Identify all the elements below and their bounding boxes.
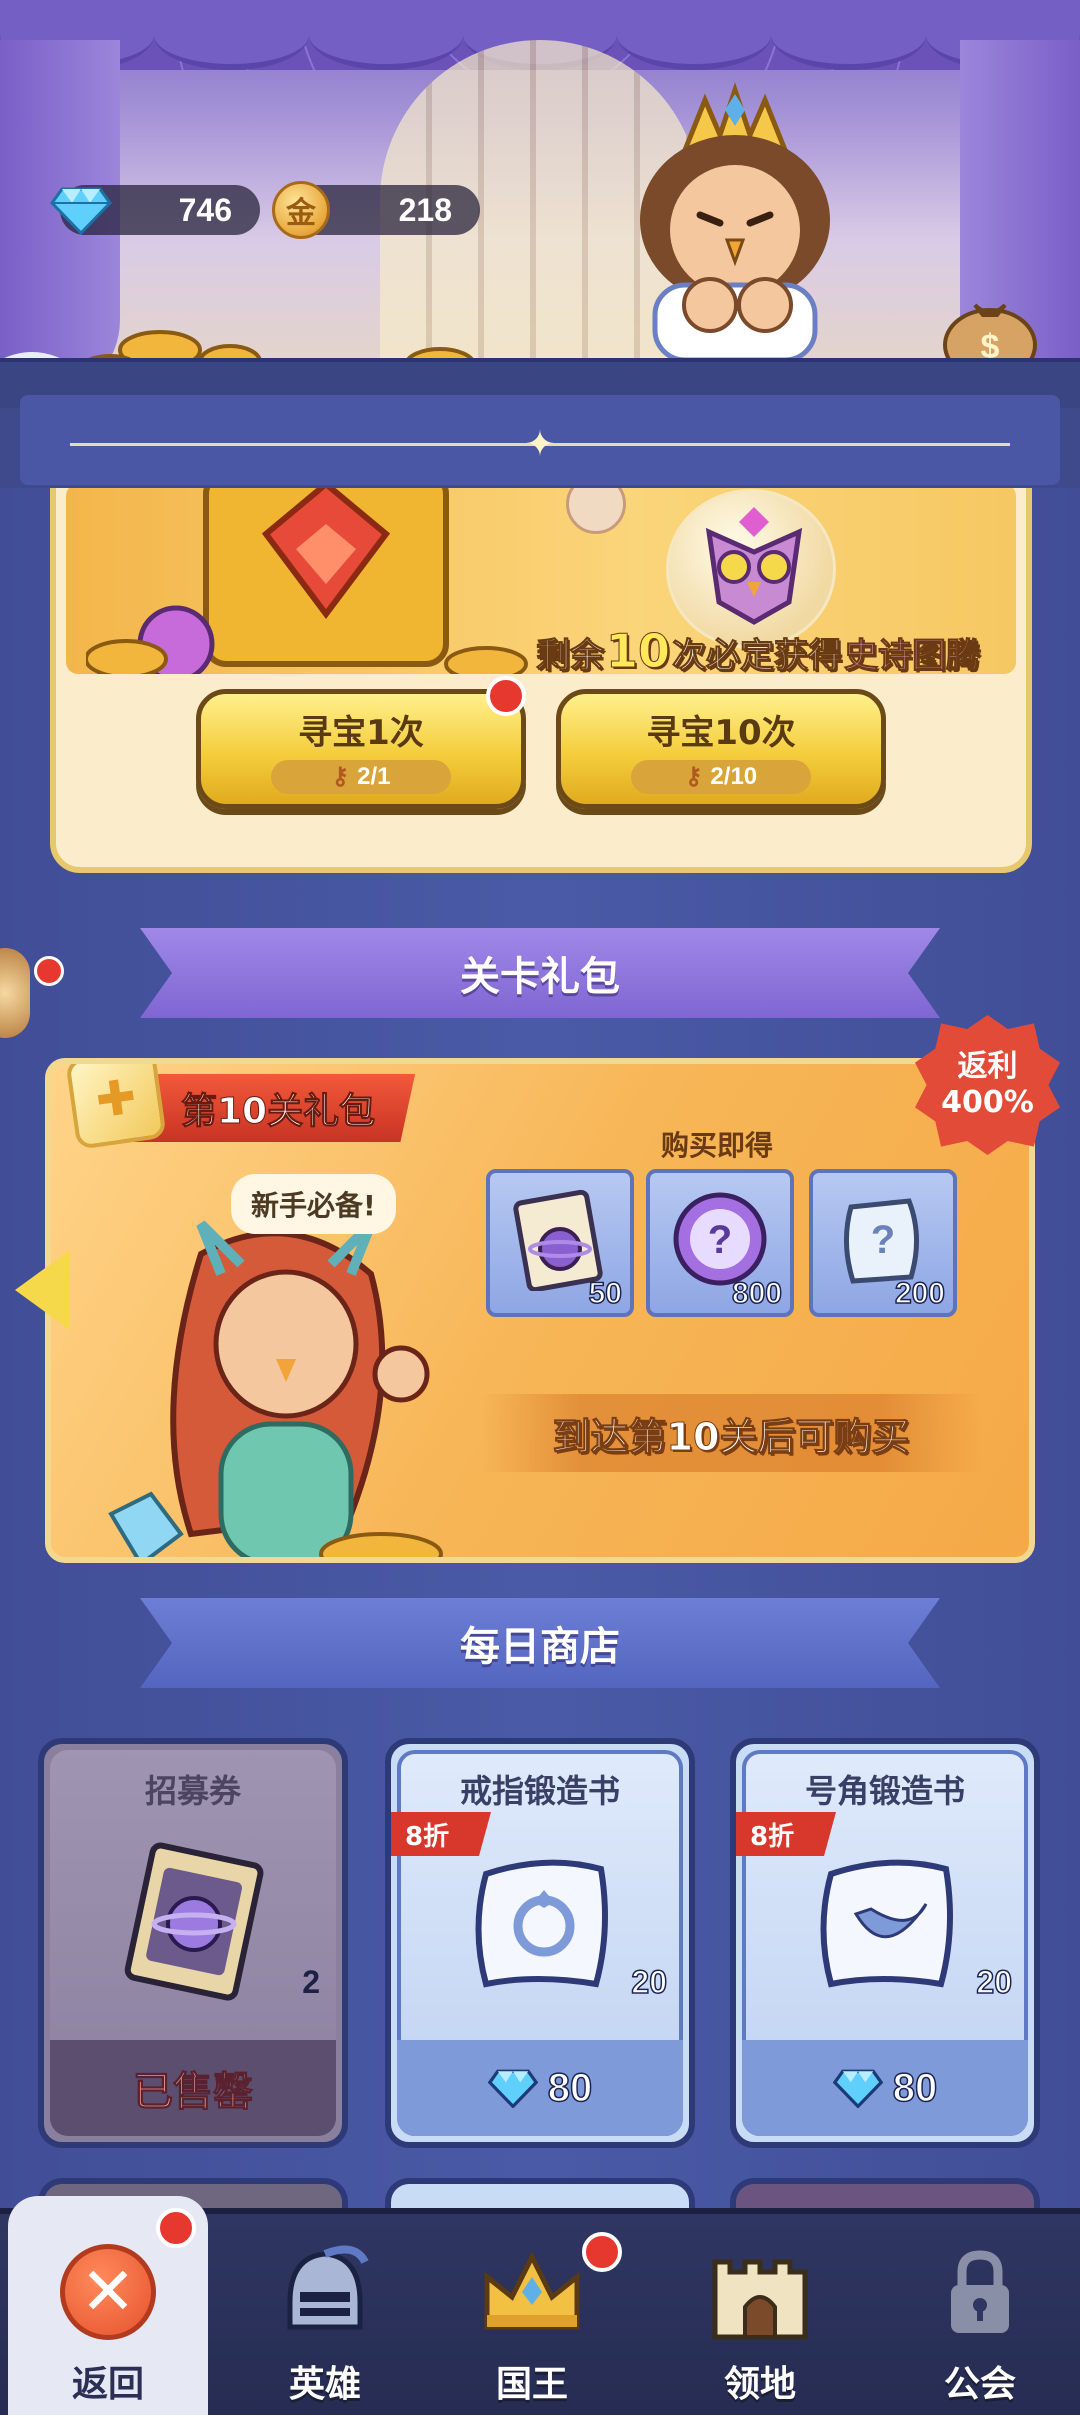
shop-item-qty: 2	[302, 1964, 320, 2000]
shop-item-horn-forge-book[interactable]: 号角锻造书 8折 20 80	[730, 1738, 1040, 2148]
gem-icon	[487, 2069, 538, 2108]
crown-icon	[477, 2237, 587, 2347]
close-icon: ✕	[60, 2244, 156, 2340]
nav-territory[interactable]: 领地	[660, 2214, 860, 2415]
stage-gift-header: 关卡礼包	[140, 928, 940, 1018]
bottom-nav: ✕ 返回 英雄 国王 领地 公会	[0, 2196, 1080, 2415]
key-icon: ⚷	[331, 763, 350, 790]
nav-back[interactable]: ✕ 返回	[8, 2196, 208, 2415]
nav-heroes[interactable]: 英雄	[225, 2214, 425, 2415]
treasure-hunt-card: 剩余 10 次必定获得 史诗图腾 寻宝1次 ⚷ 2/1 寻宝10次 ⚷ 2/10	[50, 488, 1032, 873]
notification-dot	[156, 2208, 196, 2248]
nav-guild[interactable]: 公会	[880, 2214, 1080, 2415]
coin-balance[interactable]: 金 218	[272, 181, 480, 239]
king-character	[640, 82, 830, 360]
treasure-banner: 剩余 10 次必定获得 史诗图腾	[66, 488, 1016, 674]
key-icon: ⚷	[684, 763, 703, 790]
hunt-once-button[interactable]: 寻宝1次 ⚷ 2/1	[196, 676, 526, 809]
speech-bubble: 新手必备!	[231, 1174, 396, 1234]
price-button[interactable]: 80	[397, 2040, 683, 2136]
shop-item-qty: 20	[631, 1963, 668, 2001]
shop-item-ring-forge-book[interactable]: 戒指锻造书 8折 20 80	[385, 1738, 695, 2148]
side-event-icon[interactable]	[0, 948, 30, 1038]
stage-gift-card[interactable]: 第10关礼包 ✚ 新手必备! 购买即得 50 ? 800 ? 200 到达第10…	[45, 1058, 1035, 1563]
reward-slot[interactable]: ? 200	[809, 1169, 957, 1317]
buy-to-get-label: 购买即得	[661, 1129, 774, 1162]
ring-scroll-icon	[475, 1859, 608, 1988]
hunt-ten-button[interactable]: 寻宝10次 ⚷ 2/10	[556, 689, 886, 809]
shop-item-recruit-ticket[interactable]: 招募券 2 已售罄	[38, 1738, 348, 2148]
reward-slot[interactable]: ? 800	[646, 1169, 794, 1317]
daily-shop-header: 每日商店	[140, 1598, 940, 1688]
sold-out-footer: 已售罄	[50, 2040, 336, 2136]
lock-icon	[925, 2237, 1035, 2347]
helmet-icon	[270, 2237, 380, 2347]
svg-text:?: ?	[871, 1218, 895, 1262]
shop-item-name: 号角锻造书	[804, 1772, 965, 1810]
horn-scroll-icon	[820, 1859, 953, 1988]
nav-king[interactable]: 国王	[432, 2214, 632, 2415]
skull-icon	[566, 488, 626, 534]
gem-icon	[832, 2069, 883, 2108]
sparkle-icon: ✦	[524, 424, 556, 465]
castle-icon	[705, 2237, 815, 2347]
shop-scroll-area[interactable]: 剩余 10 次必定获得 史诗图腾 寻宝1次 ⚷ 2/1 寻宝10次 ⚷ 2/10	[0, 488, 1080, 2208]
notification-dot	[582, 2232, 622, 2272]
coin-icon: 金	[268, 177, 334, 243]
notification-dot	[34, 956, 64, 986]
recruit-ticket-icon	[513, 1189, 603, 1291]
shop-item-qty: 20	[976, 1963, 1013, 2001]
svg-text:?: ?	[708, 1218, 732, 1262]
shop-card-peek	[730, 2178, 1040, 2208]
hunt-ten-cost: ⚷ 2/10	[631, 759, 811, 794]
gift-title-bar: 第10关礼包	[121, 1074, 416, 1142]
gem-icon	[48, 177, 114, 243]
shop-card-peek	[385, 2178, 695, 2208]
gift-box-icon: ✚	[65, 1064, 167, 1150]
shop-item-name: 戒指锻造书	[459, 1772, 620, 1810]
gem-balance[interactable]: 746	[50, 185, 260, 235]
mermaid-character	[108, 1220, 443, 1557]
page-left-arrow[interactable]	[15, 1250, 70, 1330]
reward-slot[interactable]: 50	[486, 1169, 634, 1317]
mystery-scroll-icon: ?	[843, 1198, 920, 1284]
recruit-ticket-icon	[124, 1842, 264, 2001]
unlock-condition: 到达第10关后可购买	[481, 1394, 981, 1472]
epic-guarantee-text: 剩余 10 次必定获得 史诗图腾	[536, 624, 981, 675]
price-button[interactable]: 80	[742, 2040, 1028, 2136]
treasure-chest-icon	[86, 488, 528, 674]
notification-dot	[486, 676, 526, 716]
hunt-once-cost: ⚷ 2/1	[271, 759, 451, 794]
top-banner: $ 746 金 218	[0, 0, 1080, 400]
mystery-orb-icon: ?	[673, 1192, 767, 1286]
shop-item-name: 招募券	[144, 1772, 241, 1810]
